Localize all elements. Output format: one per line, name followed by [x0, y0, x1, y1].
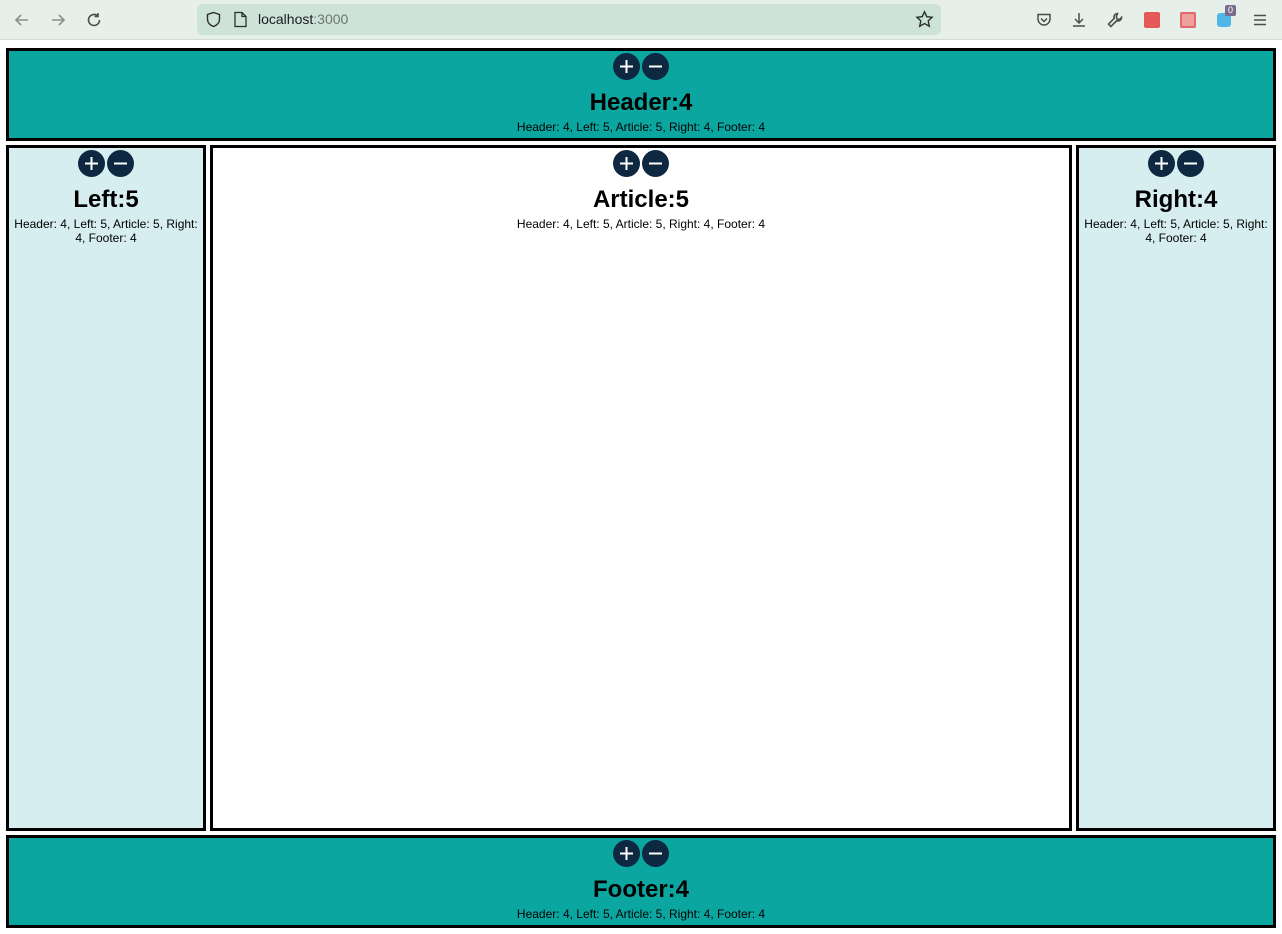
forward-arrow-icon[interactable] [46, 8, 70, 32]
footer-increment-button[interactable] [613, 840, 640, 867]
footer-decrement-button[interactable] [642, 840, 669, 867]
header-status: Header: 4, Left: 5, Article: 5, Right: 4… [516, 120, 766, 134]
url-text[interactable]: localhost:3000 [258, 11, 348, 28]
extension-badge-icon[interactable]: 0 [1212, 5, 1237, 32]
url-port: :3000 [313, 11, 349, 27]
header-title: Header:4 [589, 89, 693, 116]
browser-toolbar: localhost:3000 0 [0, 0, 1282, 40]
left-controls [9, 150, 203, 177]
right-title: Right:4 [1134, 186, 1218, 213]
pocket-icon[interactable] [1032, 8, 1056, 32]
page-icon [234, 11, 247, 28]
right-status: Header: 4, Left: 5, Article: 5, Right: 4… [1084, 217, 1268, 245]
extension-wand-icon[interactable] [1176, 8, 1200, 32]
left-increment-button[interactable] [78, 150, 105, 177]
header-decrement-button[interactable] [642, 53, 669, 80]
back-arrow-icon[interactable] [10, 8, 34, 32]
minus-icon [114, 162, 127, 165]
footer-title: Footer:4 [593, 876, 689, 903]
address-bar[interactable]: localhost:3000 [197, 4, 941, 35]
reload-icon[interactable] [82, 8, 106, 32]
plus-icon [620, 60, 633, 73]
right-controls [1079, 150, 1273, 177]
right-panel: Right:4 Header: 4, Left: 5, Article: 5, … [1076, 145, 1276, 831]
menu-icon[interactable] [1248, 8, 1272, 32]
article-decrement-button[interactable] [642, 150, 669, 177]
header-panel: Header:4 Header: 4, Left: 5, Article: 5,… [6, 48, 1276, 141]
article-controls [213, 150, 1069, 177]
minus-icon [1184, 162, 1197, 165]
left-title: Left:5 [73, 186, 139, 213]
footer-panel: Footer:4 Header: 4, Left: 5, Article: 5,… [6, 835, 1276, 928]
footer-controls [9, 840, 1273, 867]
article-increment-button[interactable] [613, 150, 640, 177]
footer-status: Header: 4, Left: 5, Article: 5, Right: 4… [516, 907, 766, 921]
plus-icon [85, 157, 98, 170]
plus-icon [620, 847, 633, 860]
extension-badge-count: 0 [1225, 5, 1237, 16]
minus-icon [649, 852, 662, 855]
plus-icon [1155, 157, 1168, 170]
article-title: Article:5 [592, 186, 690, 213]
download-icon[interactable] [1067, 8, 1091, 32]
right-decrement-button[interactable] [1177, 150, 1204, 177]
minus-icon [649, 162, 662, 165]
url-host: localhost [258, 11, 314, 27]
article-status: Header: 4, Left: 5, Article: 5, Right: 4… [516, 217, 766, 231]
bookmark-star-icon[interactable] [915, 10, 934, 29]
extension-icon[interactable] [1140, 8, 1164, 32]
right-increment-button[interactable] [1148, 150, 1175, 177]
left-decrement-button[interactable] [107, 150, 134, 177]
header-controls [9, 53, 1273, 80]
shield-icon[interactable] [205, 11, 222, 28]
wrench-icon[interactable] [1103, 8, 1127, 32]
left-panel: Left:5 Header: 4, Left: 5, Article: 5, R… [6, 145, 206, 831]
minus-icon [649, 65, 662, 68]
left-status: Header: 4, Left: 5, Article: 5, Right: 4… [14, 217, 198, 245]
header-increment-button[interactable] [613, 53, 640, 80]
article-panel: Article:5 Header: 4, Left: 5, Article: 5… [210, 145, 1072, 831]
plus-icon [620, 157, 633, 170]
